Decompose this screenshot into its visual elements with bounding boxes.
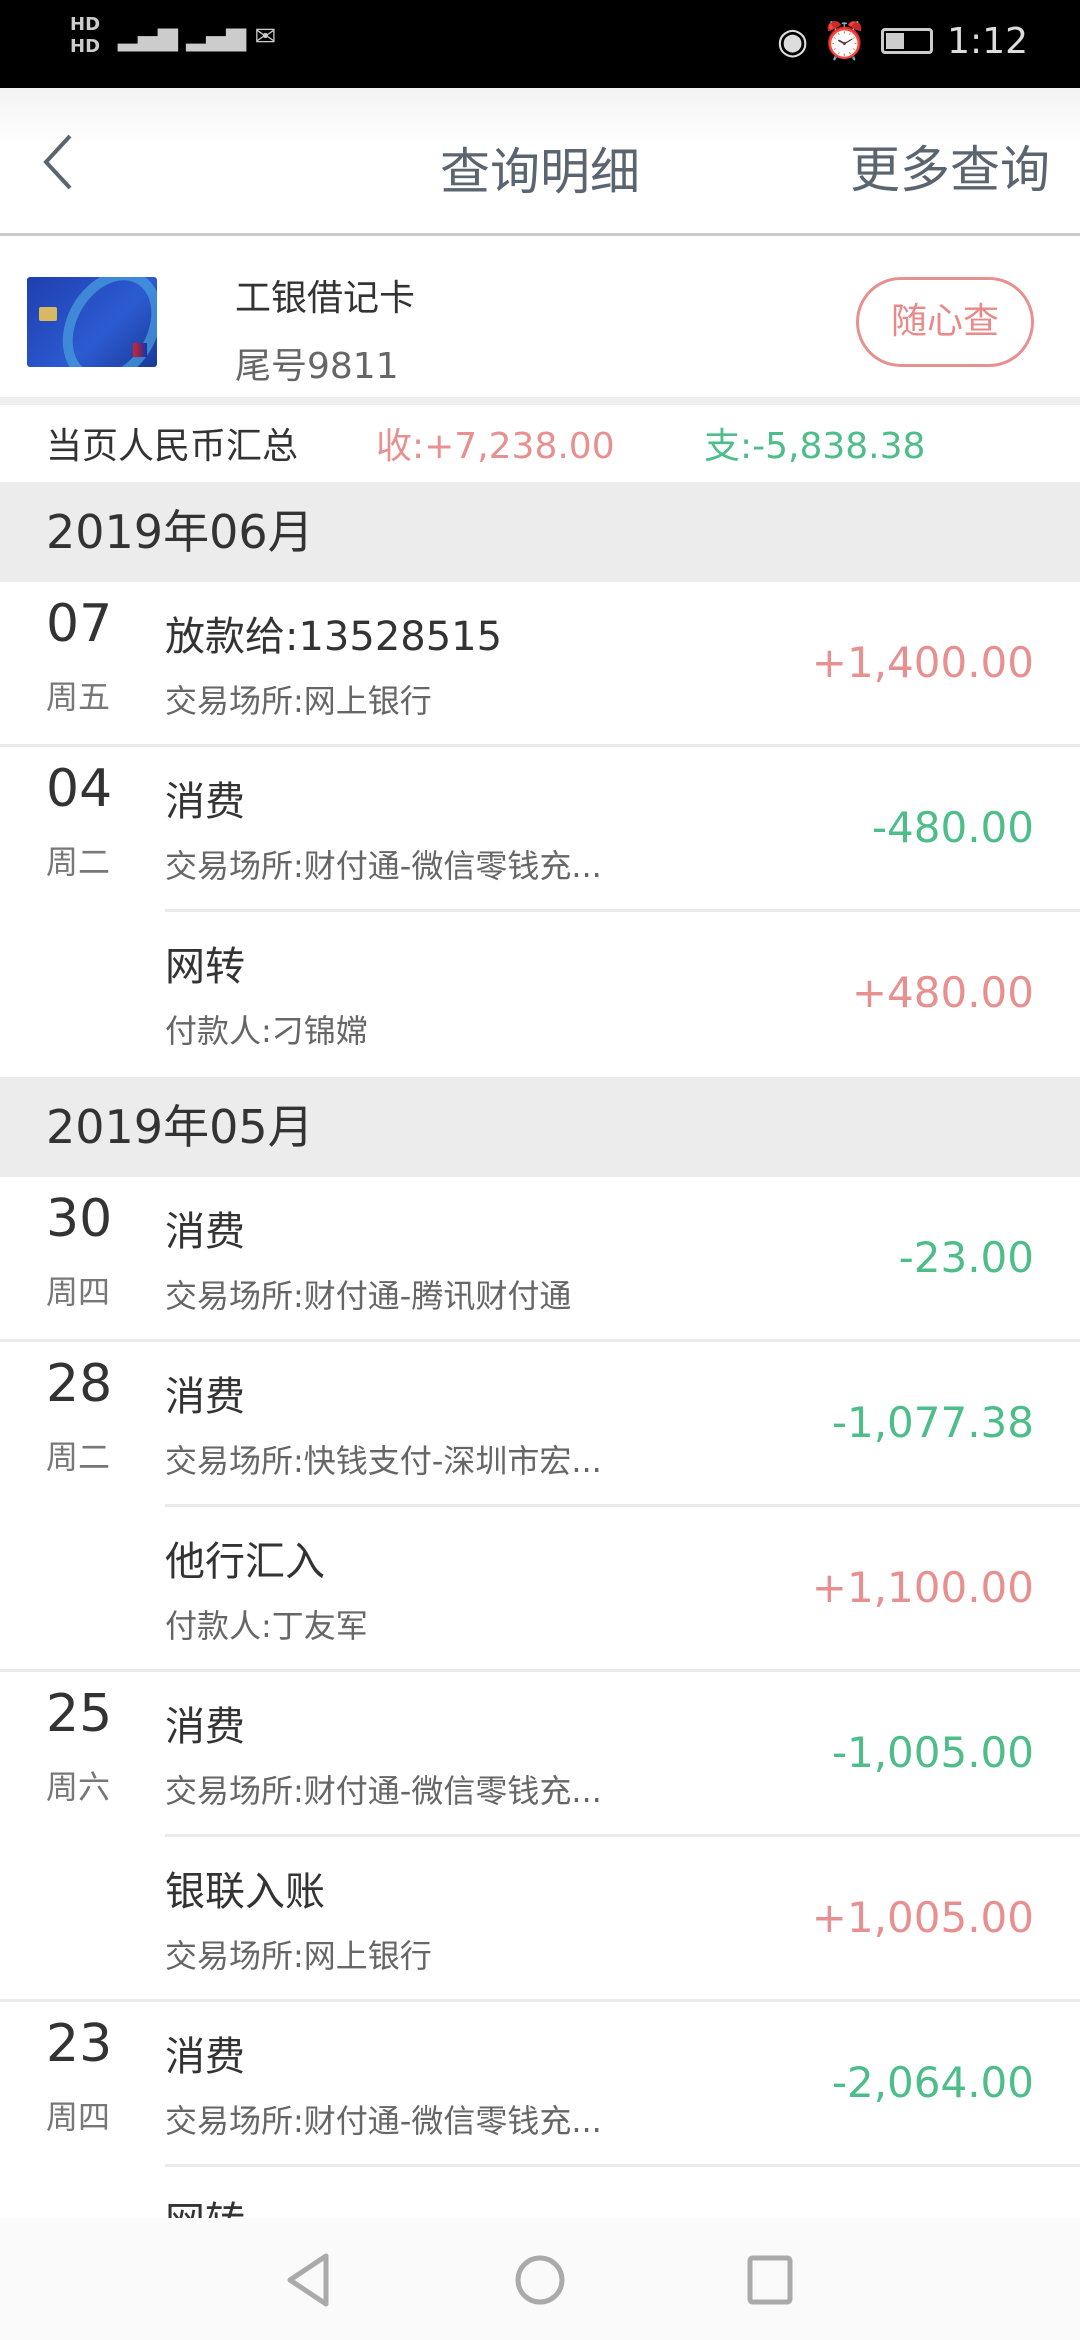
transaction-day: 23 <box>46 2014 113 2074</box>
transaction-title: 消费 <box>165 1209 245 1255</box>
transaction-amount: +1,100.00 <box>811 1563 1034 1612</box>
summary-income: 收:+7,238.00 <box>376 426 615 467</box>
transaction-weekday: 周六 <box>46 1768 111 1806</box>
battery-icon <box>881 28 934 54</box>
transaction-detail: 付款人:丁友军 <box>165 1607 368 1645</box>
transaction-day: 04 <box>46 759 113 819</box>
transaction-detail: 交易场所:财付通-微信零钱充... <box>165 847 602 885</box>
transaction-amount: -480.00 <box>871 803 1034 852</box>
bank-card-logo <box>27 277 157 367</box>
month-header: 2019年06月 <box>0 482 1080 582</box>
transaction-detail: 交易场所:网上银行 <box>165 682 432 720</box>
clock: 1:12 <box>947 20 1028 62</box>
card-name: 工银借记卡 <box>235 278 416 319</box>
transaction-row[interactable]: 银联入账交易场所:网上银行 +1,005.00 <box>0 1837 1080 2002</box>
card-section: 工银借记卡 尾号9811 随心查 <box>0 239 1080 405</box>
transaction-amount: -23.00 <box>898 1233 1034 1282</box>
transaction-weekday: 周二 <box>46 1438 111 1476</box>
transaction-weekday: 周四 <box>46 1273 111 1311</box>
transaction-amount: +480.00 <box>851 968 1034 1017</box>
transaction-title: 放款给:13528515 <box>165 614 503 660</box>
signal-icon: ▂▄▆ ▂▄▆ ✉ <box>118 22 277 52</box>
page-summary: 当页人民币汇总 收:+7,238.00 支:-5,838.38 <box>0 413 1080 481</box>
transaction-row[interactable]: 30 周四 消费交易场所:财付通-腾讯财付通 -23.00 <box>0 1177 1080 1342</box>
transaction-day: 28 <box>46 1354 113 1414</box>
more-query-button[interactable]: 更多查询 <box>850 130 1050 202</box>
sim-icon: HD HD <box>70 14 101 57</box>
eye-icon: ◉ <box>776 20 809 62</box>
summary-expense: 支:-5,838.38 <box>704 426 926 467</box>
status-bar: HD HD ▂▄▆ ▂▄▆ ✉ ◉ ⏰ 1:12 <box>0 0 1080 88</box>
transaction-detail: 交易场所:快钱支付-深圳市宏... <box>165 1442 602 1480</box>
transaction-detail: 交易场所:网上银行 <box>165 1937 432 1975</box>
transaction-title: 网转 <box>165 944 245 990</box>
quick-query-button[interactable]: 随心查 <box>856 277 1034 367</box>
transaction-weekday: 周五 <box>46 678 111 716</box>
transaction-amount: -1,005.00 <box>831 1728 1034 1777</box>
transaction-row[interactable]: 07 周五 放款给:13528515 交易场所:网上银行 +1,400.00 <box>0 582 1080 747</box>
transaction-day: 25 <box>46 1684 113 1744</box>
transaction-amount: -1,077.38 <box>831 1398 1034 1447</box>
transaction-row[interactable]: 28 周二 消费交易场所:快钱支付-深圳市宏... -1,077.38 <box>0 1342 1080 1507</box>
transaction-weekday: 周二 <box>46 843 111 881</box>
transaction-detail: 交易场所:财付通-腾讯财付通 <box>165 1277 572 1315</box>
transaction-detail: 付款人:刁锦嫦 <box>165 1012 368 1050</box>
transaction-amount: -2,064.00 <box>831 2058 1034 2107</box>
transaction-row[interactable]: 25 周六 消费交易场所:财付通-微信零钱充... -1,005.00 <box>0 1672 1080 1837</box>
transaction-amount: +1,400.00 <box>811 638 1034 687</box>
transaction-row[interactable]: 他行汇入付款人:丁友军 +1,100.00 <box>0 1507 1080 1672</box>
transaction-row[interactable]: 04 周二 消费交易场所:财付通-微信零钱充... -480.00 <box>0 747 1080 912</box>
transaction-row[interactable]: 23 周四 消费交易场所:财付通-微信零钱充... -2,064.00 <box>0 2002 1080 2167</box>
transaction-title: 消费 <box>165 2034 245 2080</box>
card-tail-number: 尾号9811 <box>235 346 399 387</box>
month-header: 2019年05月 <box>0 1077 1080 1177</box>
transaction-amount: +1,005.00 <box>811 1893 1034 1942</box>
header: 查询明细 更多查询 <box>0 88 1080 236</box>
navigation-bar <box>0 2218 1080 2340</box>
transaction-list: 2019年06月 07 周五 放款给:13528515 交易场所:网上银行 +1,400.… <box>0 482 1080 2332</box>
transaction-title: 消费 <box>165 779 245 825</box>
alarm-icon: ⏰ <box>822 21 868 62</box>
transaction-day: 07 <box>46 594 113 654</box>
transaction-day: 30 <box>46 1189 113 1249</box>
transaction-title: 消费 <box>165 1374 245 1420</box>
transaction-detail: 交易场所:财付通-微信零钱充... <box>165 2102 602 2140</box>
transaction-row[interactable]: 网转付款人:刁锦嫦 +480.00 <box>0 912 1080 1077</box>
nav-back-icon[interactable] <box>280 2250 336 2310</box>
transaction-weekday: 周四 <box>46 2098 111 2136</box>
nav-home-icon[interactable] <box>510 2250 570 2310</box>
summary-label: 当页人民币汇总 <box>46 426 299 467</box>
nav-recents-icon[interactable] <box>742 2250 798 2310</box>
transaction-title: 消费 <box>165 1704 245 1750</box>
transaction-title: 银联入账 <box>165 1869 325 1915</box>
transaction-title: 他行汇入 <box>165 1539 325 1585</box>
transaction-detail: 交易场所:财付通-微信零钱充... <box>165 1772 602 1810</box>
